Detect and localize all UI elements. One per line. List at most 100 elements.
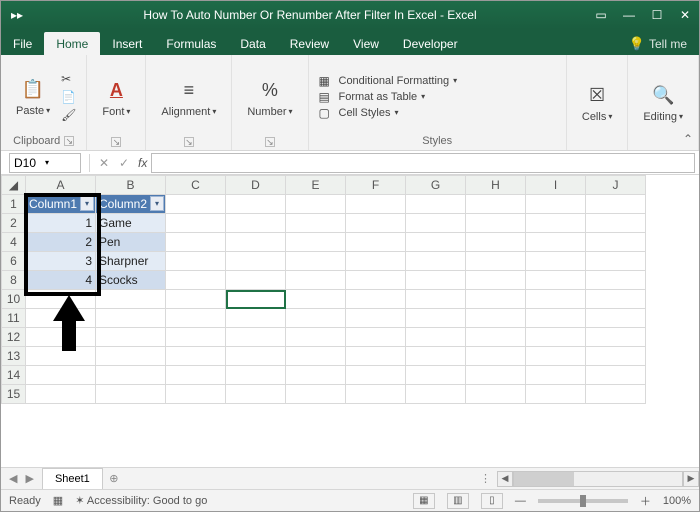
cell-styles-button[interactable]: ▢Cell Styles ▾ bbox=[319, 106, 399, 120]
row-header[interactable]: 15 bbox=[2, 385, 26, 404]
table-cell[interactable]: 1 bbox=[26, 214, 96, 233]
table-cell[interactable]: 3 bbox=[26, 252, 96, 271]
zoom-handle[interactable] bbox=[580, 495, 586, 507]
row-header[interactable]: 4 bbox=[2, 233, 26, 252]
ribbon: 📋 Paste▾ ✂ 📄 🖌 Clipboard ↘ A Font▾ ↘ bbox=[1, 55, 699, 151]
col-header-A[interactable]: A bbox=[26, 176, 96, 195]
scroll-right-icon[interactable]: ▶ bbox=[683, 471, 699, 487]
tab-view[interactable]: View bbox=[341, 32, 391, 55]
cell[interactable] bbox=[96, 290, 166, 309]
tab-review[interactable]: Review bbox=[278, 32, 341, 55]
table-cell[interactable]: 4 bbox=[26, 271, 96, 290]
row-header[interactable]: 1 bbox=[2, 195, 26, 214]
tab-home[interactable]: Home bbox=[44, 32, 100, 55]
conditional-formatting-icon: ▦ bbox=[319, 74, 335, 88]
paste-button[interactable]: 📋 Paste▾ bbox=[11, 74, 55, 120]
prev-sheet-icon[interactable]: ◀ bbox=[9, 472, 17, 485]
page-break-view-icon[interactable]: ▯ bbox=[481, 493, 503, 509]
format-as-table-button[interactable]: ▤Format as Table ▾ bbox=[319, 90, 426, 104]
formula-input[interactable] bbox=[151, 153, 695, 173]
tab-insert[interactable]: Insert bbox=[100, 32, 154, 55]
normal-view-icon[interactable]: ▦ bbox=[413, 493, 435, 509]
col-header-F[interactable]: F bbox=[346, 176, 406, 195]
number-dialog-icon[interactable]: ↘ bbox=[265, 137, 275, 147]
minimize-button[interactable]: — bbox=[615, 1, 643, 29]
conditional-formatting-button[interactable]: ▦Conditional Formatting ▾ bbox=[319, 74, 458, 88]
horizontal-scrollbar[interactable]: ⋮ ◀ ▶ bbox=[480, 468, 699, 489]
collapse-ribbon-icon[interactable]: ⌃ bbox=[683, 132, 693, 146]
sheet-tab-sheet1[interactable]: Sheet1 bbox=[42, 468, 103, 489]
maximize-button[interactable]: ☐ bbox=[643, 1, 671, 29]
tab-file[interactable]: File bbox=[1, 32, 44, 55]
zoom-out-icon[interactable]: — bbox=[515, 495, 526, 507]
row-header[interactable]: 6 bbox=[2, 252, 26, 271]
table-cell[interactable]: Sharpner bbox=[96, 252, 166, 271]
table-cell[interactable]: Game bbox=[96, 214, 166, 233]
filter-active-icon[interactable]: ▾ bbox=[80, 196, 94, 211]
col-header-G[interactable]: G bbox=[406, 176, 466, 195]
number-button[interactable]: % Number▾ bbox=[242, 75, 297, 121]
accessibility-status[interactable]: ✶ Accessibility: Good to go bbox=[75, 494, 207, 507]
col-header-D[interactable]: D bbox=[226, 176, 286, 195]
select-all-corner[interactable]: ◢ bbox=[2, 176, 26, 195]
table-header-col1[interactable]: Column1▾ bbox=[26, 195, 96, 214]
table-cell[interactable]: Pen bbox=[96, 233, 166, 252]
cancel-formula-icon[interactable]: ✕ bbox=[94, 156, 114, 170]
quick-access[interactable]: ▸▸ bbox=[1, 8, 33, 22]
zoom-in-icon[interactable]: ＋ bbox=[640, 493, 651, 509]
editing-button[interactable]: 🔍 Editing▾ bbox=[638, 80, 688, 126]
cut-icon[interactable]: ✂ bbox=[61, 72, 76, 86]
row-header[interactable]: 11 bbox=[2, 309, 26, 328]
ribbon-options-icon[interactable]: ▭ bbox=[587, 1, 615, 29]
font-dialog-icon[interactable]: ↘ bbox=[111, 137, 121, 147]
fx-label[interactable]: fx bbox=[134, 156, 151, 170]
col-header-B[interactable]: B bbox=[96, 176, 166, 195]
enter-formula-icon[interactable]: ✓ bbox=[114, 156, 134, 170]
group-clipboard: 📋 Paste▾ ✂ 📄 🖌 Clipboard ↘ bbox=[1, 55, 87, 150]
tab-data[interactable]: Data bbox=[228, 32, 277, 55]
worksheet-grid[interactable]: ◢ A B C D E F G H I J 1 Column1▾ Column2… bbox=[1, 175, 699, 467]
row-header[interactable]: 14 bbox=[2, 366, 26, 385]
format-painter-icon[interactable]: 🖌 bbox=[61, 108, 76, 122]
row-header[interactable]: 13 bbox=[2, 347, 26, 366]
table-cell[interactable]: 2 bbox=[26, 233, 96, 252]
tell-me[interactable]: 💡 Tell me bbox=[617, 36, 699, 55]
page-layout-view-icon[interactable]: ▥ bbox=[447, 493, 469, 509]
cell[interactable] bbox=[166, 290, 226, 309]
table-header-col2[interactable]: Column2▾ bbox=[96, 195, 166, 214]
clipboard-dialog-icon[interactable]: ↘ bbox=[64, 136, 74, 146]
display-settings-icon[interactable]: ▦ bbox=[53, 494, 63, 507]
col-header-H[interactable]: H bbox=[466, 176, 526, 195]
cells-button[interactable]: ☒ Cells▾ bbox=[577, 80, 617, 126]
zoom-slider[interactable] bbox=[538, 499, 628, 503]
row-header[interactable]: 8 bbox=[2, 271, 26, 290]
next-sheet-icon[interactable]: ▶ bbox=[25, 472, 33, 485]
zoom-level[interactable]: 100% bbox=[663, 495, 691, 507]
col-header-C[interactable]: C bbox=[166, 176, 226, 195]
tell-me-label: Tell me bbox=[649, 37, 687, 51]
font-button[interactable]: A Font▾ bbox=[97, 75, 135, 121]
scroll-thumb[interactable] bbox=[514, 472, 574, 486]
cell[interactable] bbox=[26, 290, 96, 309]
name-box[interactable]: D10▾ bbox=[9, 153, 81, 173]
tab-formulas[interactable]: Formulas bbox=[154, 32, 228, 55]
new-sheet-button[interactable]: ⊕ bbox=[103, 468, 125, 489]
row-header[interactable]: 10 bbox=[2, 290, 26, 309]
col-header-E[interactable]: E bbox=[286, 176, 346, 195]
tab-developer[interactable]: Developer bbox=[391, 32, 470, 55]
group-clipboard-label: Clipboard bbox=[13, 135, 60, 147]
table-cell[interactable]: Scocks bbox=[96, 271, 166, 290]
copy-icon[interactable]: 📄 bbox=[61, 90, 76, 104]
scroll-left-icon[interactable]: ◀ bbox=[497, 471, 513, 487]
col-header-I[interactable]: I bbox=[526, 176, 586, 195]
alignment-dialog-icon[interactable]: ↘ bbox=[184, 137, 194, 147]
row-header[interactable]: 12 bbox=[2, 328, 26, 347]
name-box-dropdown-icon[interactable]: ▾ bbox=[45, 158, 76, 167]
col-header-J[interactable]: J bbox=[586, 176, 646, 195]
alignment-button[interactable]: ≡ Alignment▾ bbox=[156, 75, 221, 121]
active-cell-D10[interactable] bbox=[226, 290, 286, 309]
row-header[interactable]: 2 bbox=[2, 214, 26, 233]
close-button[interactable]: ✕ bbox=[671, 1, 699, 29]
filter-dropdown-icon[interactable]: ▾ bbox=[150, 196, 164, 211]
scroll-track[interactable] bbox=[513, 471, 683, 487]
